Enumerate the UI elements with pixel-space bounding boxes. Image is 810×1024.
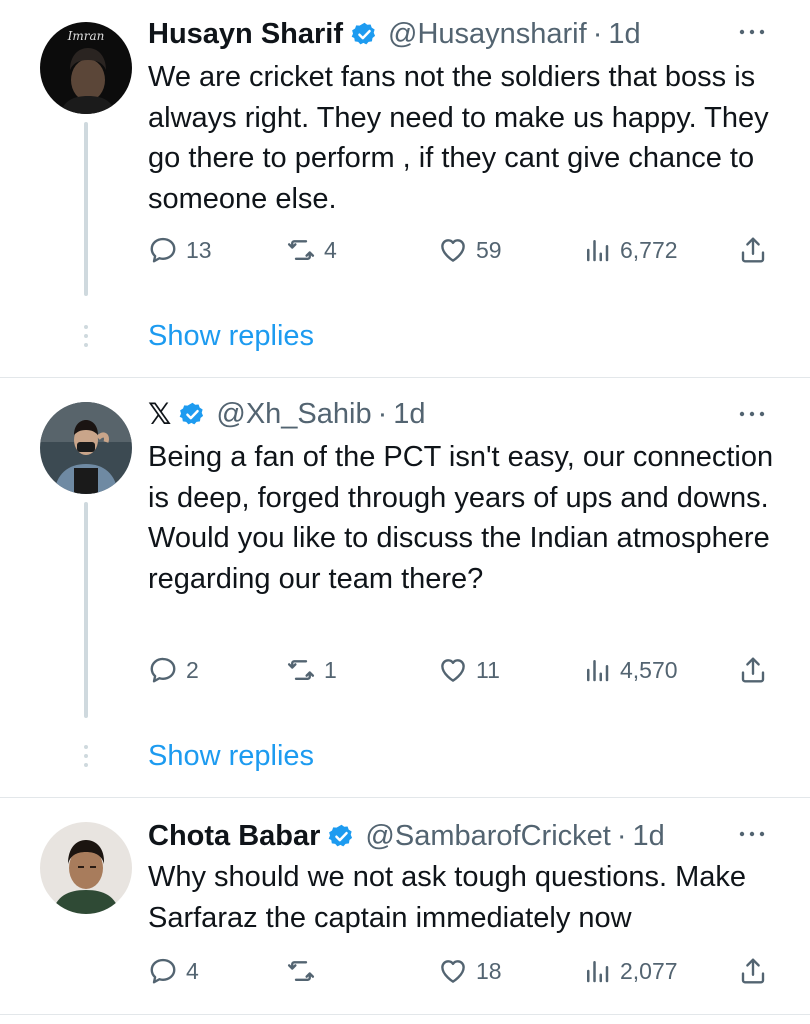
avatar-signature-text: Imran	[67, 29, 105, 43]
retweet-button[interactable]	[286, 953, 324, 989]
retweet-count: 1	[324, 656, 337, 683]
share-button[interactable]	[738, 652, 776, 688]
views-count: 6,772	[620, 236, 678, 263]
like-icon	[438, 956, 468, 986]
avatar[interactable]	[40, 822, 132, 914]
author-handle[interactable]: @Husaynsharif	[388, 18, 587, 51]
separator-dot: ·	[592, 17, 603, 50]
reply-count: 13	[186, 236, 212, 263]
views-icon	[582, 235, 612, 265]
reply-icon	[148, 956, 178, 986]
author-name[interactable]: 𝕏	[148, 397, 171, 432]
more-icon[interactable]	[735, 822, 769, 846]
avatar[interactable]	[40, 402, 132, 494]
share-icon	[738, 235, 768, 265]
thread-line	[84, 122, 88, 296]
views-button[interactable]: 4,570	[582, 652, 678, 688]
views-icon	[582, 655, 612, 685]
views-button[interactable]: 6,772	[582, 232, 678, 268]
show-replies-row: Show replies	[0, 736, 810, 776]
views-icon	[582, 956, 612, 986]
thread-dots-icon	[84, 325, 88, 347]
like-button[interactable]: 18	[438, 953, 502, 989]
retweet-icon	[286, 235, 316, 265]
retweet-count: 4	[324, 236, 337, 263]
reply-button[interactable]: 4	[148, 953, 199, 989]
tweet-text: We are cricket fans not the soldiers tha…	[148, 61, 769, 215]
retweet-icon	[286, 956, 316, 986]
thread-dots-icon	[84, 745, 88, 767]
share-icon	[738, 956, 768, 986]
views-count: 2,077	[620, 957, 678, 984]
tweet-text: Why should we not ask tough questions. M…	[148, 861, 747, 934]
views-count: 4,570	[620, 656, 678, 683]
avatar-image	[40, 822, 132, 914]
reply-icon	[148, 655, 178, 685]
tweet-text: Being a fan of the PCT isn't easy, our c…	[148, 441, 774, 595]
more-icon[interactable]	[735, 402, 769, 426]
action-bar: 4 18 2,077	[148, 953, 778, 989]
timestamp[interactable]: 1d	[608, 18, 640, 51]
action-bar: 2 1 11 4,570	[148, 652, 778, 688]
like-count: 11	[476, 656, 500, 683]
separator-dot: ·	[616, 819, 627, 852]
show-replies-row: Show replies	[0, 316, 810, 356]
more-icon[interactable]	[735, 20, 769, 44]
reply-count: 4	[186, 957, 199, 984]
show-replies-link[interactable]: Show replies	[148, 316, 314, 356]
verified-badge-icon	[328, 823, 355, 850]
reply-count: 2	[186, 656, 199, 683]
divider	[0, 797, 810, 798]
retweet-button[interactable]: 1	[286, 652, 337, 688]
share-button[interactable]	[738, 232, 776, 268]
action-bar: 13 4 59 6,772	[148, 232, 778, 268]
like-button[interactable]: 11	[438, 652, 500, 688]
divider	[0, 377, 810, 378]
author-handle[interactable]: @Xh_Sahib	[216, 398, 371, 431]
reply-button[interactable]: 2	[148, 652, 199, 688]
retweet-button[interactable]: 4	[286, 232, 337, 268]
author-name[interactable]: Chota Babar	[148, 820, 320, 853]
timestamp[interactable]: 1d	[393, 398, 425, 431]
avatar[interactable]: Imran	[40, 22, 132, 114]
like-icon	[438, 235, 468, 265]
like-count: 59	[476, 236, 502, 263]
timestamp[interactable]: 1d	[633, 820, 665, 853]
show-replies-link[interactable]: Show replies	[148, 736, 314, 776]
views-button[interactable]: 2,077	[582, 953, 678, 989]
like-count: 18	[476, 957, 502, 984]
reply-icon	[148, 235, 178, 265]
tweet-header: Chota Babar @SambarofCricket · 1d	[148, 816, 665, 856]
retweet-icon	[286, 655, 316, 685]
avatar-image	[40, 402, 132, 494]
tweet-header: Husayn Sharif @Husaynsharif · 1d	[148, 14, 641, 54]
divider	[0, 1014, 810, 1015]
like-button[interactable]: 59	[438, 232, 502, 268]
tweet-header: 𝕏 @Xh_Sahib · 1d	[148, 394, 426, 434]
share-button[interactable]	[738, 953, 776, 989]
separator-dot: ·	[377, 397, 388, 430]
author-name[interactable]: Husayn Sharif	[148, 18, 343, 51]
like-icon	[438, 655, 468, 685]
share-icon	[738, 655, 768, 685]
verified-badge-icon	[179, 401, 206, 428]
reply-button[interactable]: 13	[148, 232, 212, 268]
thread-line	[84, 502, 88, 718]
author-handle[interactable]: @SambarofCricket	[365, 820, 610, 853]
verified-badge-icon	[351, 21, 378, 48]
